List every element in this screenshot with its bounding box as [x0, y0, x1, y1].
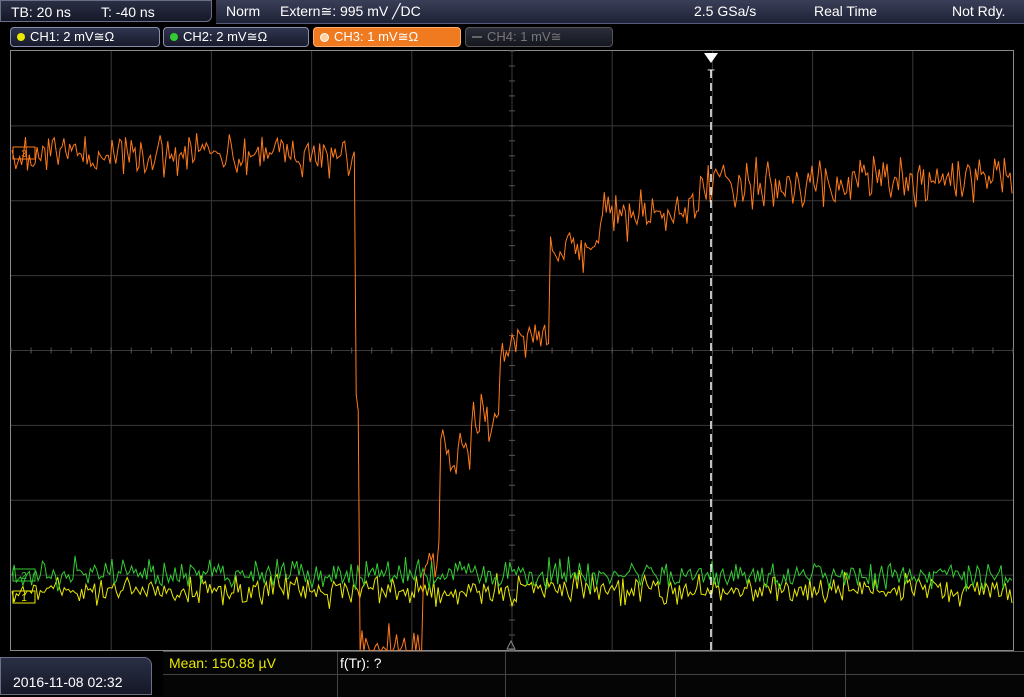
ch3-marker-label: 3	[21, 149, 27, 160]
measurement-empty-cell[interactable]	[338, 675, 506, 697]
measurement-empty-cell[interactable]	[163, 675, 338, 697]
measurement-empty-cell[interactable]	[846, 652, 1024, 674]
ch2-marker-label: 2	[21, 571, 27, 582]
datetime-panel: 2016-11-08 02:32	[0, 657, 152, 695]
ch3-ground-marker[interactable]: 3	[12, 146, 36, 160]
measurement-empty-cell[interactable]	[506, 675, 676, 697]
trigger-arrow-icon[interactable]	[704, 53, 718, 63]
ch1-marker-label: 1	[21, 593, 27, 604]
measurement-mean-cell[interactable]: Mean: 150.88 µV	[163, 652, 338, 674]
waveform-canvas: T 3 2 1	[10, 50, 1014, 653]
measurement-empty-cell[interactable]	[676, 652, 846, 674]
mean-measurement: Mean: 150.88 µV	[169, 655, 276, 671]
datetime-label: 2016-11-08 02:32	[13, 674, 123, 690]
measurement-panel[interactable]: Mean: 150.88 µV f(Tr): ?	[163, 651, 1024, 697]
measurement-empty-cell[interactable]	[506, 652, 676, 674]
freq-measurement: f(Tr): ?	[340, 655, 382, 671]
measurement-freq-cell[interactable]: f(Tr): ?	[338, 652, 506, 674]
trigger-marker-label: T	[707, 67, 715, 81]
center-marker-icon	[506, 639, 516, 650]
measurement-empty-cell[interactable]	[676, 675, 846, 697]
